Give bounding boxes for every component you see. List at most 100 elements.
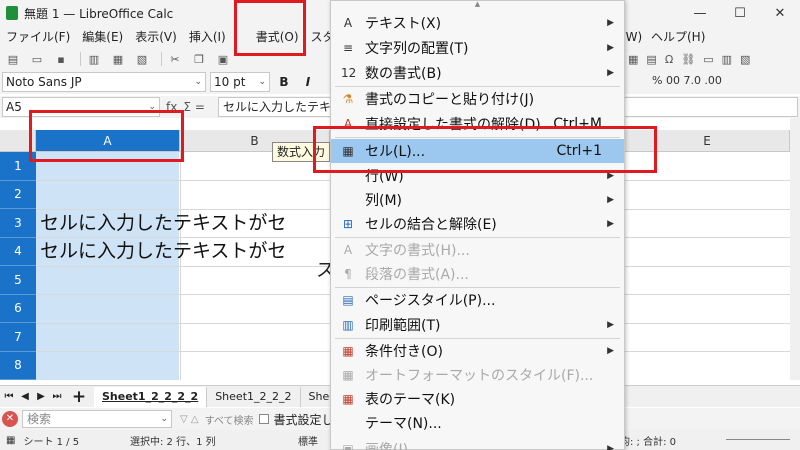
paragraph-icon: ¶: [344, 267, 352, 281]
insert-chart-icon[interactable]: ▦: [628, 53, 638, 66]
character-icon: A: [343, 243, 353, 257]
print-icon[interactable]: ▦: [109, 51, 127, 67]
text-icon: A: [343, 16, 353, 30]
menu-item-alignment[interactable]: ≡ 文字列の配置(T) ▶: [331, 36, 624, 60]
save-icon[interactable]: ▪: [52, 51, 70, 67]
column-gridline: [180, 152, 181, 380]
comment-icon[interactable]: ▭: [703, 53, 713, 66]
cell-a4-text[interactable]: セルに入力したテキストがセ: [40, 237, 286, 265]
find-input[interactable]: 検索 ⌄: [22, 410, 172, 428]
select-all-corner[interactable]: [0, 130, 36, 152]
new-document-icon[interactable]: ▤: [4, 51, 22, 67]
row-header-2[interactable]: 2: [0, 180, 36, 209]
row-header-8[interactable]: 8: [0, 351, 36, 380]
paste-icon[interactable]: ▣: [214, 51, 232, 67]
function-wizard-icon[interactable]: fx: [166, 100, 177, 114]
open-folder-icon[interactable]: ▭: [28, 51, 46, 67]
sheet-tab[interactable]: Sheet1_2_2_2: [207, 386, 301, 407]
menu-item-shortcut: Ctrl+1: [556, 143, 602, 159]
number-format-buttons[interactable]: % 00 7.0 .00: [652, 74, 722, 87]
close-find-icon[interactable]: ✕: [2, 411, 18, 427]
row-header-5[interactable]: 5: [0, 266, 36, 295]
scroll-up-icon[interactable]: ▲: [473, 1, 483, 8]
maximize-button[interactable]: ☐: [720, 0, 760, 26]
sheet-icon: ▦: [6, 434, 16, 446]
last-sheet-icon[interactable]: ⏭: [50, 388, 64, 406]
column-header-e[interactable]: E: [625, 130, 790, 152]
sum-icon[interactable]: Σ: [183, 100, 191, 114]
cell-a3-text[interactable]: セルに入力したテキストがセ: [40, 209, 286, 237]
menu-format[interactable]: 書式(O): [250, 26, 305, 48]
headers-footers-icon[interactable]: ▥: [722, 53, 732, 66]
window-title: 無題 1 — LibreOffice Calc: [24, 6, 174, 21]
menu-item-print-ranges[interactable]: ▥ 印刷範囲(T) ▶: [331, 313, 624, 337]
row-header-4[interactable]: 4: [0, 237, 36, 266]
menu-item-label: 文字列の配置(T): [365, 41, 469, 57]
chevron-down-icon[interactable]: ⌄: [148, 98, 156, 116]
font-size-box[interactable]: 10 pt ⌄: [210, 72, 270, 92]
menu-view[interactable]: 表示(V): [129, 26, 183, 48]
font-name-box[interactable]: Noto Sans JP ⌄: [2, 72, 206, 92]
menu-item-clone-formatting[interactable]: ⚗ 書式のコピーと貼り付け(J): [331, 87, 624, 111]
italic-button[interactable]: I: [298, 72, 318, 92]
row-header-7[interactable]: 7: [0, 323, 36, 352]
menu-item-label: セル(L)...: [365, 144, 426, 160]
menu-item-table-theme[interactable]: ▦ 表のテーマ(K): [331, 387, 624, 411]
first-sheet-icon[interactable]: ⏮: [2, 388, 16, 406]
merge-cells-icon: ⊞: [342, 217, 354, 231]
add-sheet-button[interactable]: +: [70, 388, 88, 406]
menu-help[interactable]: ヘルプ(H): [645, 26, 711, 48]
paintbrush-icon: ⚗: [342, 92, 354, 106]
hyperlink-icon[interactable]: ⛓: [681, 53, 695, 66]
next-sheet-icon[interactable]: ▶: [34, 388, 48, 406]
bold-button[interactable]: B: [274, 72, 294, 92]
menu-item-page-style[interactable]: ▤ ページスタイル(P)...: [331, 288, 624, 312]
cut-icon[interactable]: ✂: [166, 51, 184, 67]
define-print-area-icon[interactable]: ▧: [740, 53, 750, 66]
menu-edit[interactable]: 編集(E): [76, 26, 129, 48]
close-button[interactable]: ✕: [760, 0, 800, 26]
pivot-table-icon[interactable]: ▤: [646, 53, 656, 66]
menu-file[interactable]: ファイル(F): [0, 26, 76, 48]
menu-item-theme[interactable]: テーマ(N)...: [331, 411, 624, 435]
chevron-down-icon[interactable]: ⌄: [194, 73, 202, 91]
menu-item-cells[interactable]: ▦ セル(L)... Ctrl+1: [331, 139, 624, 163]
submenu-arrow-icon: ▶: [607, 171, 614, 181]
row-header-1[interactable]: 1: [0, 152, 36, 181]
preview-icon[interactable]: ▧: [133, 51, 151, 67]
menu-item-label: 画像(I): [365, 442, 409, 450]
menu-item-label: 印刷範囲(T): [365, 318, 441, 334]
export-pdf-icon[interactable]: ▥: [85, 51, 103, 67]
column-header-a[interactable]: A: [36, 130, 180, 152]
name-box-value: A5: [6, 100, 22, 114]
find-all-button[interactable]: すべて検索: [205, 412, 254, 427]
formatted-display-checkbox[interactable]: [259, 414, 270, 424]
submenu-arrow-icon: ▶: [607, 346, 614, 356]
menu-item-conditional[interactable]: ▦ 条件付き(O) ▶: [331, 339, 624, 363]
menu-item-number-format[interactable]: 12 数の書式(B) ▶: [331, 61, 624, 85]
formula-icon[interactable]: =: [195, 100, 205, 114]
submenu-arrow-icon: ▶: [607, 219, 614, 229]
zoom-slider[interactable]: [726, 439, 790, 440]
page-style-status[interactable]: 標準: [298, 433, 318, 448]
menu-item-clear-direct-formatting[interactable]: A 直接設定した書式の解除(D) Ctrl+M: [331, 112, 624, 136]
special-character-icon[interactable]: Ω: [665, 53, 673, 66]
menu-insert[interactable]: 挿入(I): [183, 26, 232, 48]
row-header-6[interactable]: 6: [0, 294, 36, 323]
chevron-down-icon[interactable]: ⌄: [160, 411, 168, 427]
minimize-button[interactable]: —: [680, 0, 720, 26]
vertical-scrollbar[interactable]: [790, 118, 800, 380]
chevron-down-icon[interactable]: ⌄: [258, 73, 266, 91]
menu-item-merge-cells[interactable]: ⊞ セルの結合と解除(E) ▶: [331, 212, 624, 236]
menu-item-columns[interactable]: 列(M) ▶: [331, 188, 624, 212]
menu-item-label: テキスト(X): [365, 16, 442, 32]
copy-icon[interactable]: ❐: [190, 51, 208, 67]
previous-sheet-icon[interactable]: ◀: [18, 388, 32, 406]
menu-item-rows[interactable]: 行(W) ▶: [331, 164, 624, 188]
sheet-tab[interactable]: Sheet1_2_2_2_2: [94, 386, 208, 407]
name-box[interactable]: A5 ⌄: [2, 97, 160, 117]
find-prev-next-icon[interactable]: ▽ △: [180, 414, 199, 425]
submenu-arrow-icon: ▶: [607, 444, 614, 450]
menu-item-text[interactable]: A テキスト(X) ▶: [331, 11, 624, 35]
row-header-3[interactable]: 3: [0, 209, 36, 238]
